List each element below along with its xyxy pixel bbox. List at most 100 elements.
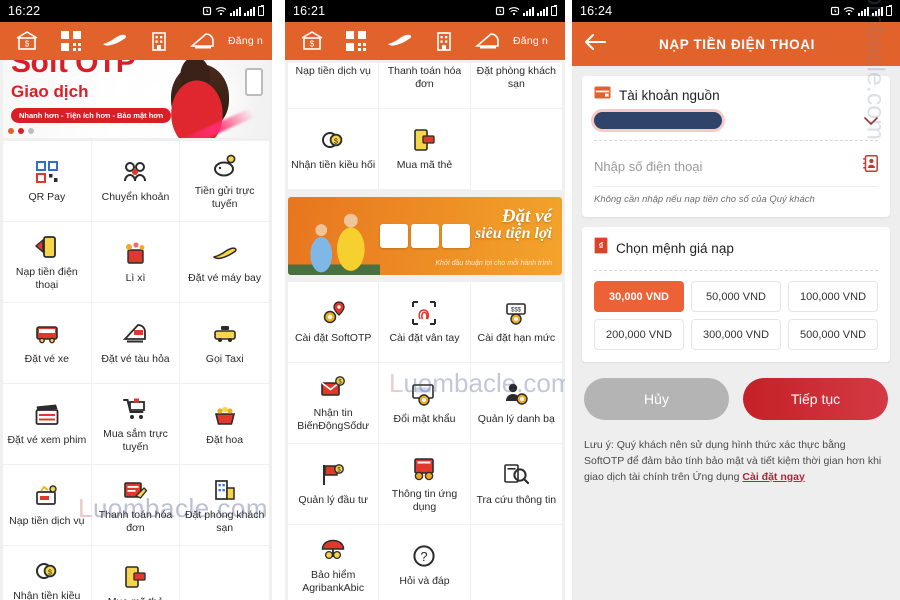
service-cell[interactable]: $ Nhận tiền kiều hối <box>3 546 92 600</box>
service-cell[interactable]: Chuyển khoản <box>91 141 181 222</box>
back-arrow-icon[interactable] <box>584 33 606 55</box>
promo-banner-tickets[interactable]: Đặt vé siêu tiện lợi Khởi đầu thuận lợi … <box>288 197 562 275</box>
train-icon[interactable] <box>467 31 509 51</box>
service-cell[interactable]: Quản lý danh bạ <box>470 363 562 444</box>
carousel-dot-1[interactable] <box>8 128 14 134</box>
service-cell[interactable]: Thanh toán hóa đơn <box>379 63 471 109</box>
service-label: Hỏi và đáp <box>399 575 450 588</box>
service-label: Lì xì <box>125 272 146 285</box>
service-cell[interactable]: QR Pay <box>3 141 92 222</box>
service-cell[interactable]: Đổi mật khẩu <box>379 363 471 444</box>
source-account-select[interactable] <box>594 112 878 129</box>
signal-icon-2 <box>244 6 255 16</box>
chevron-down-icon[interactable] <box>864 113 878 128</box>
service-cell[interactable]: Mua mã thẻ <box>379 109 471 190</box>
service-label: Đặt phòng khách sạn <box>476 65 557 90</box>
bank-icon[interactable]: $ <box>6 30 48 52</box>
denomination-option[interactable]: 300,000 VND <box>691 319 781 350</box>
carousel-dot-3[interactable] <box>28 128 34 134</box>
alarm-icon <box>495 6 505 16</box>
cancel-button[interactable]: Hủy <box>584 378 729 420</box>
denomination-option[interactable]: 50,000 VND <box>691 281 781 312</box>
transfer-icon <box>121 158 149 186</box>
building-icon[interactable] <box>138 30 180 52</box>
service-cell[interactable]: Tiền gửi trực tuyến <box>180 141 269 222</box>
denomination-option[interactable]: 100,000 VND <box>788 281 878 312</box>
promo-carousel[interactable]: Soft OTP Giao dịch Nhanh hơn - Tiện ích … <box>3 60 269 138</box>
service-label: Bảo hiểm AgribankAbic <box>302 568 365 594</box>
service-cell[interactable]: Tra cứu thông tin <box>470 444 562 525</box>
remittance-icon: $ <box>33 557 61 585</box>
login-label-2[interactable]: Đăng n <box>511 35 548 47</box>
service-cell[interactable]: Đặt vé tàu hỏa <box>91 303 181 384</box>
service-cell[interactable]: Gọi Taxi <box>180 303 269 384</box>
service-cell[interactable]: Thông tin ứng dụng <box>379 444 471 525</box>
denomination-option[interactable]: 500,000 VND <box>788 319 878 350</box>
status-bar-2: 16:21 <box>285 0 565 22</box>
qr-code-icon[interactable] <box>335 30 377 52</box>
svg-text:$$$: $$$ <box>511 308 522 314</box>
service-cell[interactable]: Mua sắm trực tuyến <box>91 384 181 465</box>
service-cell[interactable]: Nạp tiền dịch vụ <box>288 63 380 109</box>
status-icons-2 <box>495 5 557 16</box>
service-cell[interactable]: ? Hỏi và đáp <box>379 525 471 600</box>
signal-icon-1 <box>858 6 869 16</box>
service-cell[interactable]: $ Nhận tiền kiều hối <box>288 109 380 190</box>
service-cell[interactable]: Cài đặt vân tay <box>379 282 471 363</box>
service-cell[interactable]: $ Quản lý đầu tư <box>288 444 380 525</box>
building-icon[interactable] <box>423 30 465 52</box>
service-cell[interactable]: Cài đặt SoftOTP <box>288 282 380 363</box>
continue-button[interactable]: Tiếp tục <box>743 378 888 420</box>
service-label: Chuyển khoản <box>101 191 170 204</box>
change-password-icon <box>410 380 438 408</box>
service-cell[interactable]: Nạp tiền điện thoại <box>3 222 92 303</box>
train-ticket-icon <box>121 320 149 348</box>
service-cell[interactable]: Mua mã thẻ <box>91 546 181 600</box>
service-cell[interactable]: Đặt vé xe <box>3 303 92 384</box>
promo-title: Đặt vé <box>501 206 552 227</box>
airplane-icon[interactable] <box>94 31 136 51</box>
bank-icon[interactable]: $ <box>291 30 333 52</box>
service-cell[interactable]: $$$ Cài đặt hạn mức <box>470 282 562 363</box>
source-account-card: Tài khoản nguồn Nhập số điện thoại Không… <box>582 76 890 217</box>
service-label: Nhận tin BiếnĐộngSốdư <box>297 406 370 432</box>
top-nav-1: $ Đăng n <box>0 22 272 60</box>
service-label: Mua mã thẻ <box>108 596 163 600</box>
carousel-dot-2[interactable] <box>18 128 24 134</box>
contacts-icon[interactable] <box>863 155 878 177</box>
svg-text:?: ? <box>421 549 428 564</box>
install-now-link[interactable]: Cài đặt ngay <box>742 471 804 483</box>
service-grid-1: QR Pay Chuyển khoản Tiền gửi trực tuyến Nạp… <box>3 141 269 600</box>
service-cell[interactable]: Thanh toán hóa đơn <box>91 465 181 546</box>
login-label-1[interactable]: Đăng n <box>226 35 263 47</box>
phone-topup-icon <box>33 233 61 261</box>
faq-icon: ? <box>410 542 438 570</box>
airplane-icon[interactable] <box>379 31 421 51</box>
service-cell[interactable]: Nạp tiền dịch vụ <box>3 465 92 546</box>
service-cell[interactable]: Đặt vé máy bay <box>180 222 269 303</box>
phone-input-row[interactable]: Nhập số điện thoại <box>594 155 878 177</box>
status-time-2: 16:21 <box>293 4 326 18</box>
denomination-option[interactable]: 30,000 VND <box>594 281 684 312</box>
service-cell[interactable]: Đặt phòng khách sạn <box>180 465 269 546</box>
balance-alert-icon: $ <box>319 374 347 402</box>
remittance-icon: $ <box>319 126 347 154</box>
train-icon[interactable] <box>182 31 224 51</box>
service-cell[interactable]: Lì xì <box>91 222 181 303</box>
page-title: NẠP TIỀN ĐIỆN THOẠI <box>659 36 815 52</box>
carousel-dots[interactable] <box>8 128 34 134</box>
qr-code-icon[interactable] <box>50 30 92 52</box>
service-cell[interactable]: Đặt vé xem phim <box>3 384 92 465</box>
bus-chip-icon <box>411 224 439 248</box>
service-cell[interactable]: Đặt phòng khách sạn <box>470 63 562 109</box>
service-cell[interactable]: $ Nhận tin BiếnĐộngSốdư <box>288 363 380 444</box>
service-grid-wrap-2-bottom: Cài đặt SoftOTP Cài đặt vân tay $$$ Cài đặt… <box>288 282 562 600</box>
denomination-option[interactable]: 200,000 VND <box>594 319 684 350</box>
phone-input-placeholder[interactable]: Nhập số điện thoại <box>594 159 702 174</box>
service-label: Nhận tiền kiều hối <box>291 159 376 172</box>
service-cell[interactable]: Bảo hiểm AgribankAbic <box>288 525 380 600</box>
signal-icon-2 <box>872 6 883 16</box>
service-label: Mua sắm trực tuyến <box>103 427 168 453</box>
battery-icon <box>886 5 892 16</box>
service-cell[interactable]: Đặt hoa <box>180 384 269 465</box>
